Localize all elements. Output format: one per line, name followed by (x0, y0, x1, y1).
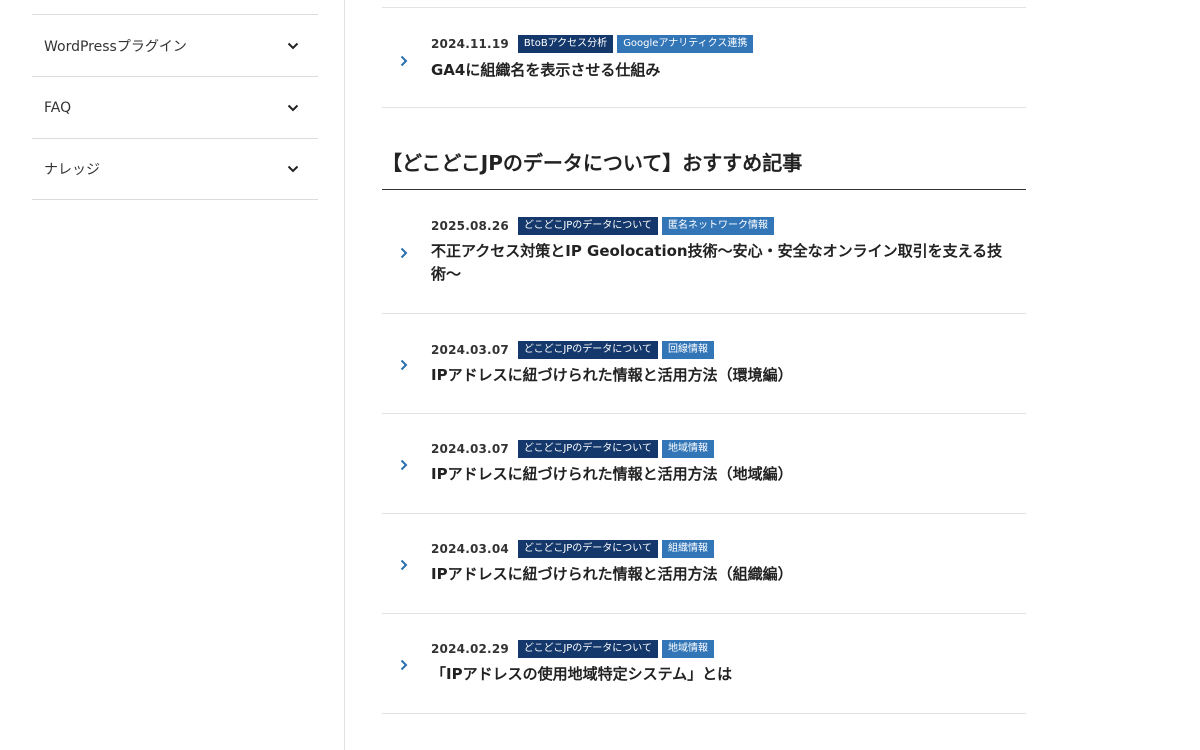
chevron-right-icon (400, 52, 410, 67)
article-item[interactable]: 2024.03.07 どこどこJPのデータについて 回線情報 IPアドレスに紐づ… (382, 314, 1026, 414)
section-heading: 【どこどこJPのデータについて】おすすめ記事 (382, 146, 1026, 190)
sidebar-item-label: ナレッジ (44, 162, 100, 178)
chevron-right-icon (400, 656, 410, 671)
article-meta: 2024.03.07 どこどこJPのデータについて 地域情報 (431, 440, 718, 458)
article-meta: 2024.03.04 どこどこJPのデータについて 組織情報 (431, 540, 718, 558)
chevron-right-icon (400, 456, 410, 471)
article-title[interactable]: IPアドレスに紐づけられた情報と活用方法（地域編） (431, 463, 1011, 486)
article-title[interactable]: IPアドレスに紐づけられた情報と活用方法（組織編） (431, 563, 1011, 586)
sidebar-item-label: FAQ (44, 99, 72, 116)
column-divider (344, 0, 345, 750)
chevron-right-icon (400, 556, 410, 571)
sidebar-item-wordpress-plugin[interactable]: WordPressプラグイン (32, 14, 318, 76)
article-item[interactable]: 2025.08.26 どこどこJPのデータについて 匿名ネットワーク情報 不正ア… (382, 190, 1026, 314)
category-tag[interactable]: 地域情報 (662, 640, 715, 658)
category-tag[interactable]: 回線情報 (662, 341, 715, 359)
article-item[interactable]: 2024.03.07 どこどこJPのデータについて 地域情報 IPアドレスに紐づ… (382, 414, 1026, 514)
article-title[interactable]: 「IPアドレスの使用地域特定システム」とは (431, 663, 1011, 686)
chevron-down-icon[interactable] (286, 101, 300, 115)
category-tag[interactable]: どこどこJPのデータについて (517, 341, 659, 359)
sidebar-item-knowledge[interactable]: ナレッジ (32, 138, 318, 200)
category-tag[interactable]: どこどこJPのデータについて (517, 640, 659, 658)
chevron-down-icon[interactable] (286, 162, 300, 176)
article-meta: 2024.03.07 どこどこJPのデータについて 回線情報 (431, 341, 718, 359)
sidebar: WordPressプラグイン FAQ ナレッジ (32, 14, 318, 200)
sidebar-item-faq[interactable]: FAQ (32, 76, 318, 138)
chevron-right-icon (400, 244, 410, 259)
category-tag[interactable]: どこどこJPのデータについて (517, 217, 659, 235)
article-title[interactable]: GA4に組織名を表示させる仕組み (431, 59, 1011, 82)
article-date: 2024.03.07 (431, 442, 509, 456)
category-tag[interactable]: Googleアナリティクス連携 (617, 35, 754, 53)
article-date: 2025.08.26 (431, 219, 509, 233)
article-title[interactable]: IPアドレスに紐づけられた情報と活用方法（環境編） (431, 364, 1011, 387)
category-tag[interactable]: どこどこJPのデータについて (517, 440, 659, 458)
article-meta: 2024.02.29 どこどこJPのデータについて 地域情報 (431, 640, 718, 658)
category-tag[interactable]: 匿名ネットワーク情報 (662, 217, 775, 235)
chevron-down-icon[interactable] (286, 39, 300, 53)
article-date: 2024.02.29 (431, 642, 509, 656)
category-tag[interactable]: どこどこJPのデータについて (517, 540, 659, 558)
category-tag[interactable]: 地域情報 (662, 440, 715, 458)
article-date: 2024.11.19 (431, 37, 509, 51)
category-tag[interactable]: 組織情報 (662, 540, 715, 558)
article-date: 2024.03.07 (431, 343, 509, 357)
sidebar-item-label: WordPressプラグイン (44, 38, 187, 55)
chevron-right-icon (400, 356, 410, 371)
category-tag[interactable]: BtoBアクセス分析 (517, 35, 614, 53)
article-meta: 2024.11.19 BtoBアクセス分析 Googleアナリティクス連携 (431, 35, 757, 53)
article-item[interactable]: 2024.11.19 BtoBアクセス分析 Googleアナリティクス連携 GA… (382, 8, 1026, 108)
article-item[interactable]: 2024.03.04 どこどこJPのデータについて 組織情報 IPアドレスに紐づ… (382, 514, 1026, 614)
article-item[interactable]: 2024.02.29 どこどこJPのデータについて 地域情報 「IPアドレスの使… (382, 614, 1026, 714)
article-meta: 2025.08.26 どこどこJPのデータについて 匿名ネットワーク情報 (431, 217, 778, 235)
article-title[interactable]: 不正アクセス対策とIP Geolocation技術〜安心・安全なオンライン取引を… (431, 240, 1011, 286)
article-date: 2024.03.04 (431, 542, 509, 556)
